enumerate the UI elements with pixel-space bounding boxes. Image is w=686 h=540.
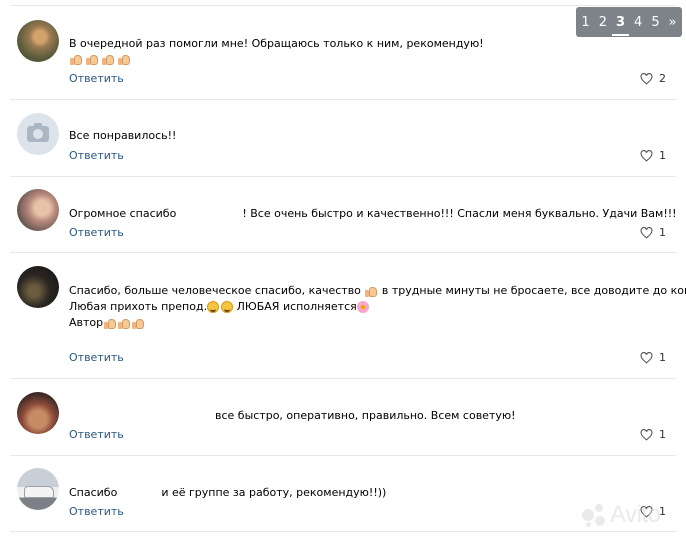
reply-button[interactable]: Ответить	[69, 351, 124, 365]
comment-text: Все понравилось!!	[69, 129, 177, 142]
comment-text-part: Автор	[69, 316, 104, 329]
page-3-current: 3	[611, 14, 630, 36]
avatar[interactable]	[17, 20, 59, 62]
thumbs-up-icon	[117, 53, 131, 66]
car-image	[24, 486, 54, 498]
like-count: 1	[659, 226, 666, 239]
reply-button[interactable]: Ответить	[69, 428, 124, 442]
comment-text-part: Спасибо	[69, 486, 118, 499]
page-1-link[interactable]: 1	[580, 15, 590, 30]
like-count: 1	[659, 428, 666, 441]
avatar[interactable]	[17, 468, 59, 510]
page-4-link[interactable]: 4	[633, 15, 643, 30]
divider	[10, 531, 676, 532]
reply-button[interactable]: Ответить	[69, 72, 124, 86]
like-button[interactable]: 1	[640, 149, 666, 163]
avatar-placeholder[interactable]	[17, 113, 59, 155]
thumbs-up-icon	[364, 285, 378, 298]
divider	[10, 455, 676, 456]
like-count: 1	[659, 149, 666, 162]
comments-feed: 1 2 3 4 5 » В очередной раз помогли мне!…	[0, 0, 686, 540]
divider	[10, 99, 676, 100]
camera-icon	[27, 123, 49, 142]
comment-text: все быстро, оперативно, правильно. Всем …	[69, 408, 669, 424]
like-button[interactable]: 1	[640, 428, 666, 442]
thumbs-up-icon	[85, 53, 99, 66]
comment-text: Огромное спасибо ! Все очень быстро и кач…	[69, 206, 677, 222]
thumbs-up-icon	[69, 53, 83, 66]
heart-icon	[640, 150, 653, 162]
heart-icon	[640, 352, 653, 364]
reply-button[interactable]: Ответить	[69, 505, 124, 519]
comment-text-end: ! Все очень быстро и качественно!!! Спас…	[242, 207, 677, 220]
thumbs-up-icon	[101, 53, 115, 66]
flower-icon	[356, 301, 369, 313]
thumbs-up-icon	[117, 317, 131, 330]
comment-text-line-1: Спасибо, больше человеческое спасибо, ка…	[69, 283, 686, 299]
avatar[interactable]	[17, 189, 59, 231]
divider	[10, 5, 676, 6]
comment-text-part: все быстро, оперативно, правильно. Всем …	[215, 409, 516, 422]
comment-text-start: Огромное спасибо	[69, 207, 177, 220]
comment-text-line-3: Автор	[69, 315, 669, 331]
page-5-link[interactable]: 5	[650, 15, 660, 30]
grinning-face-icon	[221, 301, 234, 313]
emoji-row	[69, 53, 131, 67]
divider	[10, 378, 676, 379]
like-count: 1	[659, 351, 666, 364]
comment-text-line-2: Любая прихоть препод. ЛЮБАЯ исполняется	[69, 299, 669, 315]
comment-text-part: и её группе за работу, рекомендую!!))	[161, 486, 387, 499]
like-count: 2	[659, 72, 666, 85]
heart-icon	[640, 429, 653, 441]
like-button[interactable]: 1	[640, 351, 666, 365]
heart-icon	[640, 73, 653, 85]
page-2-link[interactable]: 2	[598, 15, 608, 30]
reply-button[interactable]: Ответить	[69, 149, 124, 163]
watermark-text: Avito	[610, 501, 661, 528]
divider	[10, 176, 676, 177]
comment-text: В очередной раз помогли мне! Обращаюсь т…	[69, 37, 484, 50]
avito-watermark: Avito	[582, 498, 682, 532]
comment-text-part: в трудные минуты не бросаете, все доводи…	[381, 284, 686, 297]
avatar[interactable]	[17, 392, 59, 434]
thumbs-up-icon	[131, 317, 145, 330]
comment-text-part: Любая прихоть препод.	[69, 300, 208, 313]
comment-text: Спасибо и её группе за работу, рекомендую…	[69, 485, 669, 501]
like-button[interactable]: 1	[640, 226, 666, 240]
comment-text-part: ЛЮБАЯ исполняется	[236, 300, 357, 313]
avito-logo-icon	[582, 503, 606, 527]
heart-icon	[640, 227, 653, 239]
divider	[10, 252, 676, 253]
next-page-link[interactable]: »	[668, 15, 678, 30]
grinning-face-icon	[207, 301, 220, 313]
like-button[interactable]: 2	[640, 72, 666, 86]
thumbs-up-icon	[103, 317, 117, 330]
comment-text-part: Спасибо, больше человеческое спасибо, ка…	[69, 284, 361, 297]
pagination: 1 2 3 4 5 »	[576, 7, 682, 37]
reply-button[interactable]: Ответить	[69, 226, 124, 240]
avatar[interactable]	[17, 266, 59, 308]
